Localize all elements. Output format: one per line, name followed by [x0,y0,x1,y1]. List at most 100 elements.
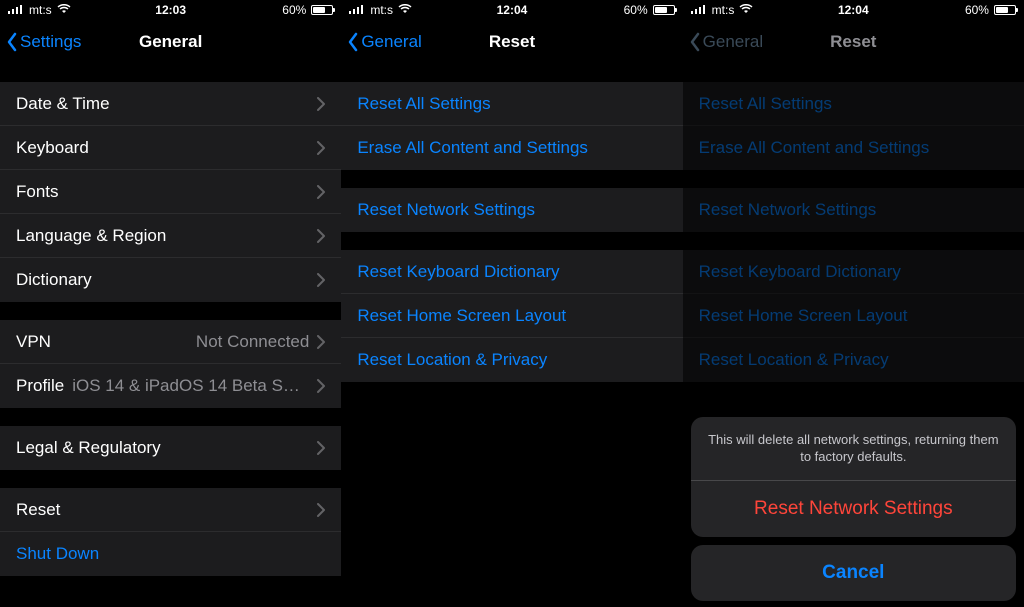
row-label: Legal & Regulatory [16,438,317,458]
row-label: Profile [16,376,64,396]
row-dictionary[interactable]: Dictionary [0,258,341,302]
panel-reset-confirm: mt:s 12:04 60% General Reset [683,0,1024,607]
row-label: Fonts [16,182,317,202]
row-keyboard[interactable]: Keyboard [0,126,341,170]
nav-title: Reset [489,32,535,52]
row-label: VPN [16,332,196,352]
row-reset-location-privacy: Reset Location & Privacy [683,338,1024,382]
wifi-icon [398,4,412,17]
row-label: Language & Region [16,226,317,246]
signal-icon [8,3,24,17]
row-label: Reset All Settings [699,94,1008,114]
group-reset-all: Reset All Settings Erase All Content and… [683,82,1024,170]
group-vpn-profile: VPN Not Connected Profile iOS 14 & iPadO… [0,320,341,408]
row-value: iOS 14 & iPadOS 14 Beta Softwar... [72,376,309,396]
row-vpn[interactable]: VPN Not Connected [0,320,341,364]
row-reset-location-privacy[interactable]: Reset Location & Privacy [341,338,682,382]
battery-percent: 60% [965,3,989,17]
back-button[interactable]: General [347,20,421,64]
status-clock: 12:04 [838,3,869,17]
row-label: Reset Location & Privacy [699,350,1008,370]
row-reset-network-settings: Reset Network Settings [683,188,1024,232]
row-profile[interactable]: Profile iOS 14 & iPadOS 14 Beta Softwar.… [0,364,341,408]
battery-icon [311,5,333,15]
back-button: General [689,20,763,64]
panel-reset: mt:s 12:04 60% General Reset Rese [341,0,682,607]
row-reset-network-settings[interactable]: Reset Network Settings [341,188,682,232]
back-button[interactable]: Settings [6,20,81,64]
chevron-right-icon [317,185,325,199]
row-label: Reset Network Settings [699,200,1008,220]
row-legal-regulatory[interactable]: Legal & Regulatory [0,426,341,470]
row-label: Reset Home Screen Layout [699,306,1008,326]
row-label: Reset Location & Privacy [357,350,666,370]
row-label: Reset [16,500,317,520]
row-fonts[interactable]: Fonts [0,170,341,214]
chevron-right-icon [317,273,325,287]
row-label: Reset Home Screen Layout [357,306,666,326]
row-label: Dictionary [16,270,317,290]
row-label: Reset Network Settings [357,200,666,220]
action-sheet-cancel-group: Cancel [691,545,1016,601]
group-reset-other: Reset Keyboard Dictionary Reset Home Scr… [683,250,1024,382]
row-label: Erase All Content and Settings [699,138,1008,158]
row-reset-home-screen-layout[interactable]: Reset Home Screen Layout [341,294,682,338]
battery-icon [994,5,1016,15]
signal-icon [691,3,707,17]
wifi-icon [57,4,71,17]
action-sheet-cancel-button[interactable]: Cancel [691,545,1016,601]
row-erase-all-content[interactable]: Erase All Content and Settings [341,126,682,170]
row-value: Not Connected [196,332,309,352]
status-bar: mt:s 12:03 60% [0,0,341,20]
status-clock: 12:03 [155,3,186,17]
row-label: Reset All Settings [357,94,666,114]
group-date-language: Date & Time Keyboard Fonts Language & Re… [0,82,341,302]
signal-icon [349,3,365,17]
action-sheet-group: This will delete all network settings, r… [691,417,1016,537]
chevron-right-icon [317,379,325,393]
action-sheet-message: This will delete all network settings, r… [691,417,1016,481]
status-clock: 12:04 [497,3,528,17]
carrier-label: mt:s [29,3,52,17]
chevron-right-icon [317,503,325,517]
panels-container: mt:s 12:03 60% Settings General D [0,0,1024,607]
chevron-left-icon [6,32,18,52]
nav-title: General [139,32,202,52]
action-sheet-destructive-button[interactable]: Reset Network Settings [691,481,1016,537]
row-label: Erase All Content and Settings [357,138,666,158]
action-sheet: This will delete all network settings, r… [691,417,1016,601]
row-reset[interactable]: Reset [0,488,341,532]
row-reset-home-screen-layout: Reset Home Screen Layout [683,294,1024,338]
group-reset-all: Reset All Settings Erase All Content and… [341,82,682,170]
row-date-time[interactable]: Date & Time [0,82,341,126]
status-bar: mt:s 12:04 60% [683,0,1024,20]
chevron-left-icon [689,32,701,52]
chevron-right-icon [317,141,325,155]
group-reset-network: Reset Network Settings [341,188,682,232]
row-reset-keyboard-dictionary[interactable]: Reset Keyboard Dictionary [341,250,682,294]
battery-percent: 60% [282,3,306,17]
nav-title: Reset [830,32,876,52]
back-label: Settings [20,32,81,52]
row-reset-all-settings[interactable]: Reset All Settings [341,82,682,126]
row-label: Reset Keyboard Dictionary [357,262,666,282]
row-label: Date & Time [16,94,317,114]
row-shut-down[interactable]: Shut Down [0,532,341,576]
group-reset-network: Reset Network Settings [683,188,1024,232]
wifi-icon [739,4,753,17]
nav-bar: General Reset [341,20,682,64]
panel-general: mt:s 12:03 60% Settings General D [0,0,341,607]
group-legal: Legal & Regulatory [0,426,341,470]
chevron-right-icon [317,97,325,111]
chevron-left-icon [347,32,359,52]
battery-percent: 60% [624,3,648,17]
battery-icon [653,5,675,15]
status-bar: mt:s 12:04 60% [341,0,682,20]
row-label: Shut Down [16,544,325,564]
row-language-region[interactable]: Language & Region [0,214,341,258]
row-reset-keyboard-dictionary: Reset Keyboard Dictionary [683,250,1024,294]
chevron-right-icon [317,335,325,349]
carrier-label: mt:s [370,3,393,17]
row-erase-all-content: Erase All Content and Settings [683,126,1024,170]
row-label: Keyboard [16,138,317,158]
